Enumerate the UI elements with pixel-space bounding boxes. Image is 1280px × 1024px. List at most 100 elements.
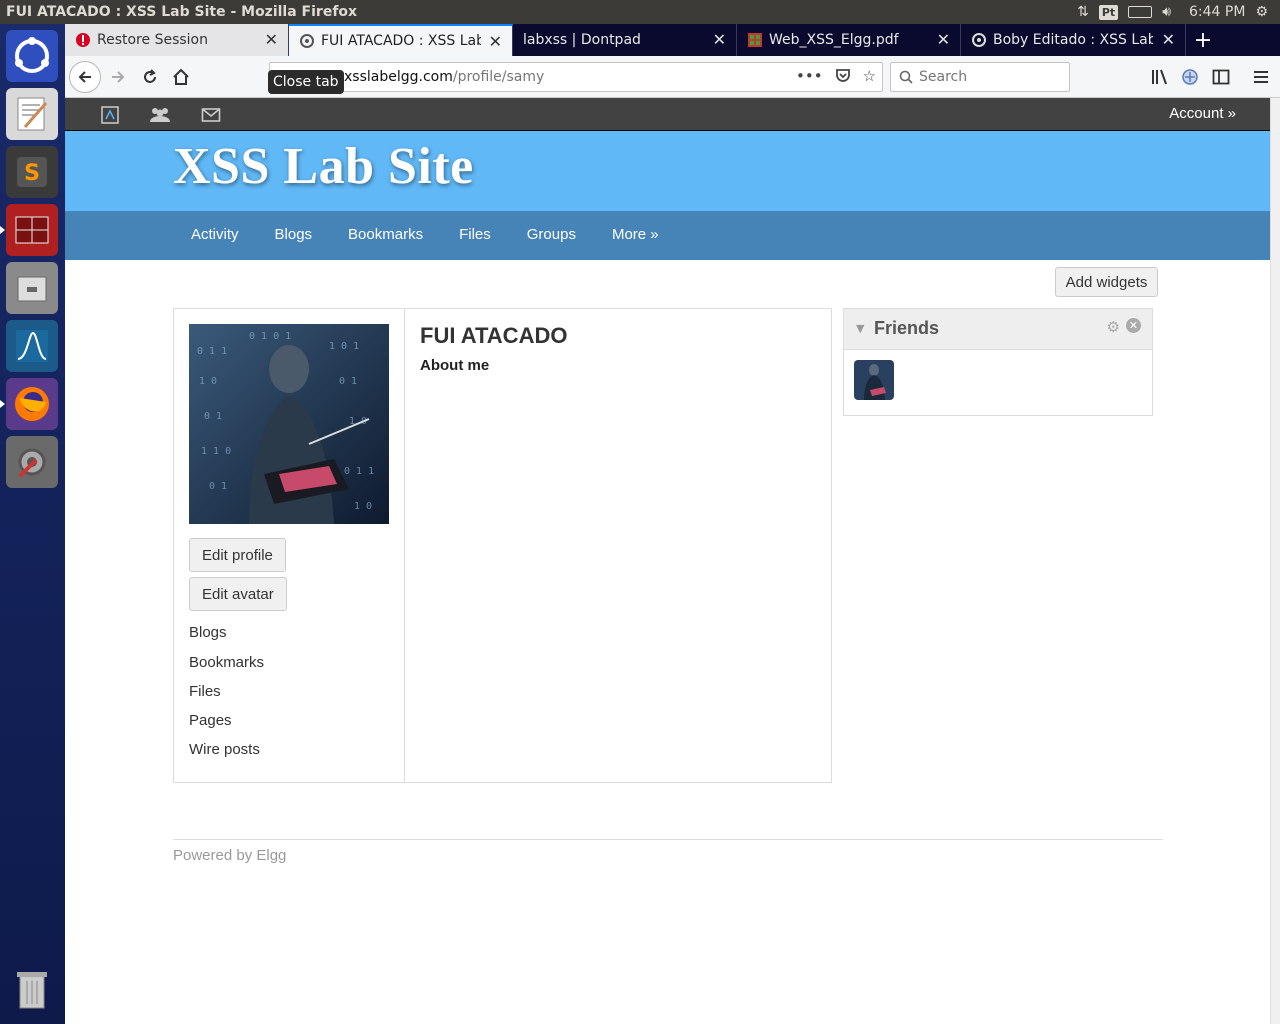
widget-header: ▼ Friends ⚙ ✕ (844, 309, 1152, 350)
close-tab-icon[interactable]: ✕ (713, 32, 726, 48)
url-host: xsslabelgg.com (344, 69, 453, 85)
close-icon[interactable]: ✕ (1126, 318, 1141, 333)
menu-item-blogs[interactable]: Blogs (257, 211, 331, 260)
ubuntu-dash-icon[interactable] (6, 30, 58, 82)
account-menu[interactable]: Account » (1169, 105, 1236, 122)
back-arrow-icon (78, 71, 91, 83)
extension-button[interactable] (1175, 62, 1205, 92)
tab-fui-atacado[interactable]: FUI ATACADO : XSS Lab Site ✕ (289, 24, 513, 56)
url-bar[interactable]: xsslabelgg.com/profile/samy ••• ☆ (269, 62, 883, 92)
messages-icon[interactable] (201, 106, 221, 124)
firefox-icon[interactable] (0, 378, 58, 430)
sidebar-button[interactable] (1206, 62, 1236, 92)
tab-restore-session[interactable]: Restore Session ✕ (65, 24, 289, 56)
svg-text:0 1: 0 1 (204, 411, 222, 422)
friends-widget: ▼ Friends ⚙ ✕ (843, 308, 1153, 416)
top-panel: FUI ATACADO : XSS Lab Site - Mozilla Fir… (0, 0, 1280, 24)
text-editor-icon[interactable] (6, 88, 58, 140)
svg-text:1 1 0: 1 1 0 (201, 446, 231, 457)
menu-item-groups[interactable]: Groups (509, 211, 594, 260)
menu-item-files[interactable]: Files (441, 211, 509, 260)
indicator-area: ⇅ Pt 🔊︎ 6:44 PM ⚙︎ (1077, 0, 1280, 24)
friends-icon[interactable] (148, 106, 172, 124)
svg-text:0 1 1: 0 1 1 (344, 466, 374, 477)
search-bar[interactable] (890, 62, 1070, 92)
edit-avatar-button[interactable]: Edit avatar (189, 577, 287, 611)
menu-button[interactable] (1246, 62, 1276, 92)
network-icon[interactable]: ⇅ (1077, 4, 1089, 20)
keyboard-layout-indicator[interactable]: Pt (1098, 4, 1119, 20)
library-button[interactable] (1145, 62, 1175, 92)
svg-text:S: S (24, 161, 40, 186)
collapse-triangle-icon[interactable]: ▼ (856, 322, 864, 335)
terminal-icon[interactable] (0, 204, 58, 256)
system-settings-icon[interactable] (6, 436, 58, 488)
gear-icon[interactable]: ⚙ (1107, 318, 1120, 336)
add-widgets-button[interactable]: Add widgets (1055, 267, 1158, 297)
volume-icon[interactable]: 🔊︎ (1162, 4, 1171, 20)
library-icon (1152, 69, 1167, 85)
tab-labxss-dontpad[interactable]: labxss | Dontpad ✕ (513, 24, 737, 56)
close-tab-icon[interactable]: ✕ (937, 32, 950, 48)
avatar[interactable]: 0 1 11 00 11 1 00 1 1 0 10 11 00 1 11 0 … (189, 324, 389, 524)
site-header: XSS Lab Site (65, 131, 1270, 211)
elgg-topbar: Account » (65, 98, 1270, 131)
reload-button[interactable] (135, 62, 165, 92)
tab-web-xss-pdf[interactable]: Web_XSS_Elgg.pdf ✕ (737, 24, 961, 56)
search-input[interactable] (919, 69, 1059, 85)
new-tab-button[interactable]: + (1186, 24, 1220, 56)
profile-box: 0 1 11 00 11 1 00 1 1 0 10 11 00 1 11 0 … (173, 308, 832, 783)
home-button[interactable] (166, 62, 196, 92)
file-manager-icon[interactable] (6, 262, 58, 314)
launcher: S (0, 24, 65, 1024)
clock[interactable]: 6:44 PM (1189, 4, 1245, 20)
edit-profile-button[interactable]: Edit profile (189, 538, 286, 572)
owner-link-files[interactable]: Files (189, 683, 221, 700)
elgg-favicon-icon (971, 32, 987, 48)
owner-link-pages[interactable]: Pages (189, 712, 232, 729)
menu-item-activity[interactable]: Activity (173, 211, 257, 260)
forward-button[interactable] (103, 62, 133, 92)
menu-item-bookmarks[interactable]: Bookmarks (330, 211, 441, 260)
svg-text:1 0 1: 1 0 1 (329, 341, 359, 352)
widget-title: Friends (874, 318, 940, 338)
svg-text:1 0: 1 0 (199, 376, 217, 387)
wireshark-icon[interactable] (6, 320, 58, 372)
friend-avatar[interactable] (854, 360, 894, 400)
power-icon[interactable]: ⚙︎ (1255, 4, 1268, 20)
bookmark-star-icon[interactable]: ☆ (863, 67, 876, 87)
profile-name: FUI ATACADO (420, 323, 568, 348)
pocket-icon[interactable] (835, 67, 851, 87)
close-tab-icon[interactable]: ✕ (265, 32, 278, 48)
close-tab-tooltip: Close tab (268, 70, 344, 94)
window-title: FUI ATACADO : XSS Lab Site - Mozilla Fir… (6, 4, 358, 20)
close-tab-icon[interactable]: ✕ (1162, 32, 1175, 48)
back-button[interactable] (69, 61, 101, 93)
battery-icon[interactable] (1128, 6, 1153, 18)
page-actions-icon[interactable]: ••• (796, 67, 823, 87)
svg-text:0 1 0 1: 0 1 0 1 (249, 331, 291, 342)
owner-link-wire-posts[interactable]: Wire posts (189, 741, 260, 758)
svg-text:0 1 1: 0 1 1 (197, 346, 227, 357)
trash-icon[interactable] (6, 964, 58, 1016)
menu-item-more[interactable]: More » (594, 211, 677, 260)
sublime-text-icon[interactable]: S (6, 146, 58, 198)
close-tab-icon[interactable]: ✕ (489, 34, 502, 50)
elgg-page: Account » XSS Lab Site Activity Blogs Bo… (65, 98, 1270, 1024)
owner-link-blogs[interactable]: Blogs (189, 624, 227, 641)
svg-text:0 1: 0 1 (209, 481, 227, 492)
site-name[interactable]: XSS Lab Site (173, 137, 474, 196)
url-path: /profile/samy (452, 69, 545, 85)
svg-text:1 0: 1 0 (354, 501, 372, 512)
page-scrollbar[interactable] (1270, 98, 1280, 1024)
navigation-bar: xsslabelgg.com/profile/samy ••• ☆ (65, 56, 1280, 98)
tab-bar: Restore Session ✕ FUI ATACADO : XSS Lab … (65, 24, 1280, 56)
tab-boby-editado[interactable]: Boby Editado : XSS Lab Site ✕ (961, 24, 1186, 56)
footer-powered-by[interactable]: Powered by Elgg (173, 847, 286, 864)
owner-link-bookmarks[interactable]: Bookmarks (189, 654, 264, 671)
home-icon (173, 68, 189, 85)
owner-block: 0 1 11 00 11 1 00 1 1 0 10 11 00 1 11 0 … (174, 309, 405, 782)
elgg-logo-icon[interactable] (100, 106, 120, 124)
elgg-favicon-icon (299, 33, 315, 49)
site-menu: Activity Blogs Bookmarks Files Groups Mo… (65, 211, 1270, 260)
